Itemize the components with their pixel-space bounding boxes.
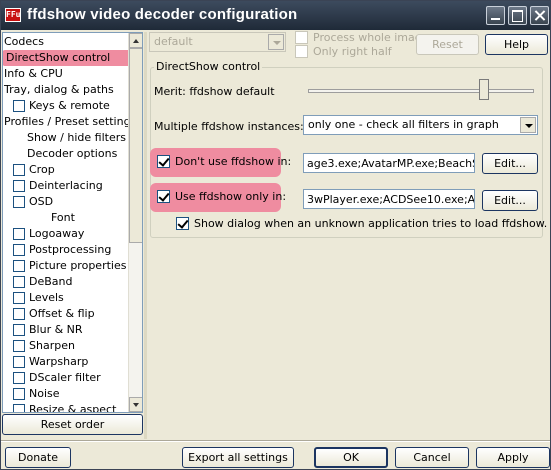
sidebar-item-checkbox[interactable]: [13, 244, 25, 256]
sidebar-item-checkbox[interactable]: [13, 196, 25, 208]
dont-use-field[interactable]: age3.exe;AvatarMP.exe;BeachSoc: [303, 153, 475, 173]
preset-select[interactable]: default: [149, 32, 286, 52]
scroll-up-arrow-icon[interactable]: [129, 33, 142, 48]
checkmark-icon: [176, 217, 189, 230]
settings-tree[interactable]: Codecs DirectShow control Info & CPU Tray, …: [2, 32, 143, 413]
sidebar-item-checkbox[interactable]: [13, 292, 25, 304]
export-settings-button[interactable]: Export all settings: [182, 447, 294, 468]
sidebar-item-label: Show / hide filters: [27, 131, 126, 144]
sidebar-item-label: OSD: [29, 195, 54, 208]
tree-scrollbar[interactable]: [128, 33, 142, 412]
sidebar-item-label: Noise: [29, 387, 60, 400]
instances-select[interactable]: only one - check all filters in graph: [303, 115, 538, 135]
sidebar-item-label: Codecs: [4, 35, 44, 48]
maximize-button[interactable]: [508, 6, 527, 25]
footer-separator: [1, 440, 550, 442]
sidebar-item[interactable]: Tray, dialog & paths: [4, 82, 114, 98]
sidebar-item[interactable]: Profiles / Preset settings: [4, 114, 136, 130]
sidebar-item-label: Profiles / Preset settings: [4, 115, 137, 128]
sidebar-item-checkbox[interactable]: [13, 164, 25, 176]
sidebar-item[interactable]: Info & CPU: [4, 66, 63, 82]
sidebar-item-checkbox[interactable]: [13, 372, 25, 384]
sidebar-item-label: Keys & remote: [29, 99, 110, 112]
sidebar-item[interactable]: Decoder options: [27, 146, 117, 162]
preset-select-value: default: [154, 35, 193, 48]
cancel-button[interactable]: Cancel: [395, 447, 469, 468]
sidebar-item[interactable]: DirectShow control: [3, 50, 131, 66]
sidebar-item-checkbox[interactable]: [13, 260, 25, 272]
sidebar-item-label: Sharpen: [29, 339, 75, 352]
sidebar-item-label: Tray, dialog & paths: [4, 83, 114, 96]
scroll-thumb[interactable]: [129, 48, 142, 243]
sidebar-item-label: Logoaway: [29, 227, 85, 240]
sidebar-item-label: Font: [51, 211, 75, 224]
sidebar-item-checkbox[interactable]: [13, 308, 25, 320]
merit-label: Merit: ffdshow default: [154, 85, 275, 98]
ffdshow-app-icon: FFu: [5, 8, 21, 22]
panel-divider[interactable]: [144, 32, 147, 439]
sidebar-item-checkbox[interactable]: [13, 100, 25, 112]
checkmark-icon: [157, 190, 170, 203]
use-only-edit-button[interactable]: Edit...: [482, 190, 538, 211]
sidebar-item-label: Levels: [29, 291, 64, 304]
sidebar-item-label: DirectShow control: [6, 51, 111, 64]
title-bar[interactable]: FFu ffdshow video decoder configuration: [1, 1, 550, 30]
minimize-button[interactable]: [486, 6, 505, 25]
sidebar-item-label: Postprocessing: [29, 243, 112, 256]
sidebar-item-label: DScaler filter: [29, 371, 101, 384]
checkmark-icon: [157, 155, 170, 168]
sidebar-item[interactable]: Show / hide filters: [27, 130, 126, 146]
sidebar-item-label: Info & CPU: [4, 67, 63, 80]
reset-button[interactable]: Reset: [416, 34, 479, 55]
sidebar-item-label: Decoder options: [27, 147, 118, 160]
sidebar-item-label: Blur & NR: [29, 323, 83, 336]
sidebar-item-label: Deinterlacing: [29, 179, 103, 192]
sidebar-item-checkbox[interactable]: [13, 180, 25, 192]
sidebar-item-checkbox[interactable]: [13, 388, 25, 400]
sidebar-item-checkbox[interactable]: [13, 228, 25, 240]
chevron-down-icon: [520, 117, 536, 133]
close-button[interactable]: [530, 6, 549, 25]
use-only-field[interactable]: 3wPlayer.exe;ACDSee10.exe;ACD: [303, 189, 475, 209]
instances-label: Multiple ffdshow instances:: [154, 120, 304, 133]
chevron-down-icon: [268, 34, 284, 50]
help-button[interactable]: Help: [485, 34, 548, 55]
donate-button[interactable]: Donate: [5, 447, 71, 468]
sidebar-item[interactable]: Font: [51, 210, 75, 226]
instances-select-value: only one - check all filters in graph: [308, 118, 499, 131]
merit-slider-track[interactable]: [308, 89, 534, 93]
sidebar-item-label: Offset & flip: [29, 307, 95, 320]
scroll-down-arrow-icon[interactable]: [129, 397, 142, 412]
sidebar-item-label: Resize & aspect: [29, 403, 117, 413]
sidebar-item-label: Crop: [29, 163, 55, 176]
sidebar-item-checkbox[interactable]: [13, 276, 25, 288]
sidebar-item-label: Warpsharp: [29, 355, 89, 368]
sidebar-item-label: Picture properties: [29, 259, 127, 272]
sidebar-item-checkbox[interactable]: [13, 340, 25, 352]
sidebar-item[interactable]: Codecs: [4, 34, 44, 50]
sidebar-item-label: DeBand: [29, 275, 73, 288]
dont-use-edit-button[interactable]: Edit...: [482, 153, 538, 174]
apply-button[interactable]: Apply: [476, 447, 550, 468]
reset-order-button[interactable]: Reset order: [2, 414, 143, 435]
sidebar-item-checkbox[interactable]: [13, 356, 25, 368]
ok-button[interactable]: OK: [314, 447, 388, 468]
window-title: ffdshow video decoder configuration: [27, 6, 298, 23]
sidebar-item-checkbox[interactable]: [13, 404, 25, 412]
merit-slider-thumb[interactable]: [479, 79, 490, 100]
group-title: DirectShow control: [154, 60, 263, 73]
sidebar-item-checkbox[interactable]: [13, 324, 25, 336]
config-window: FFu ffdshow video decoder configuration …: [0, 0, 551, 470]
